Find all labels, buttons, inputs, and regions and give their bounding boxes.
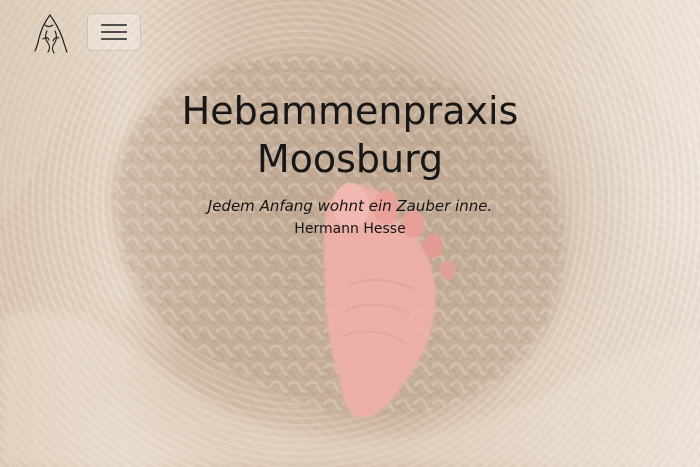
stylized-woman-logo-icon bbox=[34, 14, 68, 54]
hero-section: Hebammenpraxis Moosburg Jedem Anfang woh… bbox=[0, 0, 700, 467]
foreground-blanket-shape bbox=[0, 311, 700, 467]
page-title: Hebammenpraxis Moosburg bbox=[181, 89, 519, 181]
top-navigation bbox=[0, 0, 700, 66]
quote-text: Jedem Anfang wohnt ein Zauber inne. bbox=[207, 197, 493, 215]
quote-author: Hermann Hesse bbox=[294, 221, 406, 237]
hero-content: Hebammenpraxis Moosburg Jedem Anfang woh… bbox=[130, 87, 570, 238]
menu-toggle-button[interactable] bbox=[87, 13, 141, 51]
hamburger-menu-icon bbox=[101, 23, 127, 41]
logo-link[interactable] bbox=[34, 12, 68, 54]
